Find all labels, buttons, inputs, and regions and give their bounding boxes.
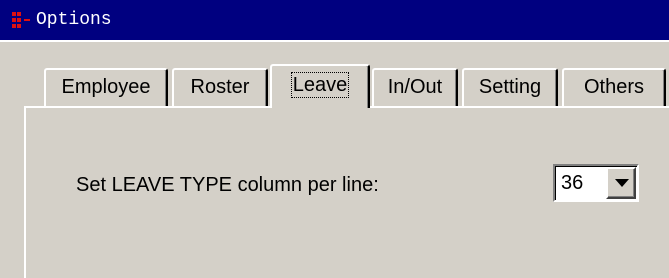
tab-leave-label: Leave [290,72,350,98]
tab-roster-label: Roster [190,76,250,98]
column-per-line-select[interactable]: 36 [553,164,639,202]
column-per-line-label: Set LEAVE TYPE column per line: [76,174,379,196]
title-bar[interactable]: Options [0,0,669,40]
tab-in-out[interactable]: In/Out [372,68,458,106]
tab-in-out-label: In/Out [387,76,443,98]
tab-employee[interactable]: Employee [44,68,168,106]
tab-employee-label: Employee [61,76,151,98]
tab-roster[interactable]: Roster [172,68,268,106]
app-logo-icon [12,12,32,28]
tab-others-label: Others [583,76,645,98]
column-per-line-value: 36 [561,172,584,194]
tab-setting-label: Setting [478,76,542,98]
dropdown-button[interactable] [606,167,636,199]
tab-setting[interactable]: Setting [462,68,558,106]
window-title: Options [36,10,112,30]
chevron-down-icon [615,179,629,187]
client-edge-divider [0,40,669,42]
tab-leave[interactable]: Leave [270,64,370,108]
tab-others[interactable]: Others [562,68,666,106]
